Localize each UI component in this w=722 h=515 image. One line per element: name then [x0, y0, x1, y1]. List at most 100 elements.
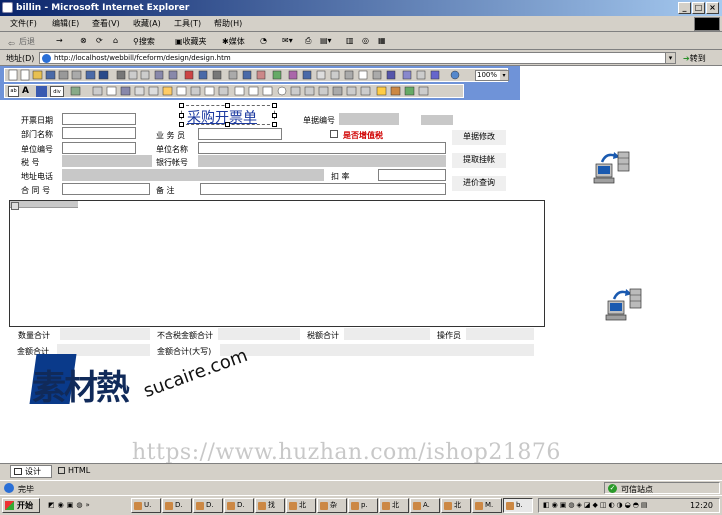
price-query-button[interactable]: 进价查询 — [452, 176, 506, 191]
taskbar-item[interactable]: U. — [131, 498, 161, 513]
favorites-button[interactable]: ▣收藏夹 — [175, 36, 207, 47]
address-phone-input[interactable] — [62, 169, 324, 181]
address-dropdown-icon[interactable]: ▾ — [665, 52, 676, 64]
mail-button[interactable]: ✉▾ — [282, 36, 293, 45]
back-button[interactable]: ⇦ 后退 — [8, 36, 35, 49]
taskbar-item[interactable]: 北 — [286, 498, 316, 513]
grid-corner-handle[interactable] — [11, 202, 19, 210]
stop-button[interactable]: ⊗ — [80, 36, 87, 45]
taskbar-item[interactable]: p. — [348, 498, 378, 513]
address-input[interactable]: http://localhost/webbill/fceform/design/… — [39, 52, 676, 64]
resize-handle[interactable] — [179, 113, 184, 118]
ie-icon — [2, 2, 13, 13]
resize-handle[interactable] — [272, 103, 277, 108]
minimize-button[interactable]: _ — [678, 2, 691, 14]
go-button[interactable]: ➔转到 — [683, 53, 706, 64]
designer-toolbar-row2: ab A div — [4, 84, 464, 98]
resize-handle[interactable] — [225, 122, 230, 127]
zoom-select[interactable]: 100% ▾ — [475, 70, 509, 81]
tab-design[interactable]: 设计 — [10, 465, 52, 478]
resize-handle[interactable] — [179, 122, 184, 127]
withdraw-button[interactable]: 提取挂帐 — [452, 153, 506, 168]
taskbar-item[interactable]: 找 — [255, 498, 285, 513]
media-icon: ✱ — [222, 37, 229, 46]
taskbar-item[interactable]: D. — [224, 498, 254, 513]
menu-favorites[interactable]: 收藏(A) — [133, 18, 161, 29]
div-tool-icon[interactable]: div — [50, 86, 64, 97]
html-tab-icon — [58, 467, 65, 474]
unit-name-input[interactable] — [198, 142, 446, 154]
edit-button[interactable]: ▤▾ — [320, 36, 332, 45]
taskbar-item[interactable]: 北 — [379, 498, 409, 513]
taskbar-item[interactable]: 杂 — [317, 498, 347, 513]
operator-field[interactable] — [466, 328, 534, 340]
resize-handle[interactable] — [225, 103, 230, 108]
contract-no-input[interactable] — [62, 183, 150, 195]
detail-grid[interactable] — [9, 200, 545, 327]
resize-handle[interactable] — [272, 122, 277, 127]
taskbar-item[interactable]: D. — [193, 498, 223, 513]
resize-handle[interactable] — [272, 113, 277, 118]
taskbar-item-active[interactable]: b. — [503, 498, 533, 513]
dept-label: 部门名称 — [21, 130, 53, 139]
status-bar: 完毕 ✓ 可信站点 — [0, 480, 722, 495]
menu-tools[interactable]: 工具(T) — [174, 18, 201, 29]
tray-icons[interactable]: ◧◉▣◍◈◪◆◫◐◑◒◓▤ — [543, 501, 649, 509]
media-button[interactable]: ✱媒体 — [222, 36, 245, 47]
designer-toolbar: 100% ▾ ab A div — [0, 66, 520, 100]
salesperson-input[interactable] — [198, 128, 282, 140]
modify-button[interactable]: 单据修改 — [452, 130, 506, 145]
textbox-tool-icon[interactable]: ab — [8, 86, 19, 97]
amount-upper-field[interactable] — [220, 344, 534, 356]
computer-server-icon — [593, 151, 630, 184]
vat-checkbox[interactable] — [330, 130, 338, 138]
menu-help[interactable]: 帮助(H) — [214, 18, 242, 29]
system-tray: ◧◉▣◍◈◪◆◫◐◑◒◓▤ 12:20 — [538, 498, 720, 513]
vat-label: 是否增值税 — [343, 131, 383, 140]
quick-launch-icons[interactable]: ◩◉▣◍» — [48, 501, 118, 511]
dept-input[interactable] — [62, 127, 136, 139]
taskbar-item[interactable]: M. — [472, 498, 502, 513]
back-label: 后退 — [19, 37, 35, 46]
doc-no-extra-field[interactable] — [421, 115, 453, 125]
image-tool-icon[interactable] — [36, 86, 47, 97]
unit-code-input[interactable] — [62, 142, 136, 154]
taskbar-item[interactable]: A. — [410, 498, 440, 513]
form-title-selection[interactable]: 采购开票单 — [179, 103, 277, 127]
refresh-button[interactable]: ⟳ — [96, 36, 103, 45]
start-button[interactable]: 开始 — [2, 498, 40, 513]
label-tool-icon[interactable]: A — [22, 86, 33, 97]
menu-edit[interactable]: 编辑(E) — [52, 18, 79, 29]
tab-html[interactable]: HTML — [58, 466, 90, 475]
taskbar-item[interactable]: 北 — [441, 498, 471, 513]
trusted-check-icon: ✓ — [608, 484, 617, 493]
page-done-icon — [4, 483, 14, 493]
remark-input[interactable] — [200, 183, 446, 195]
stop-icon: ⊗ — [80, 36, 87, 45]
designer-tool-icons-row1[interactable] — [7, 69, 477, 81]
resize-handle[interactable] — [179, 103, 184, 108]
taskbar-item[interactable]: D. — [162, 498, 192, 513]
menu-view[interactable]: 查看(V) — [92, 18, 120, 29]
messenger-button[interactable]: ◎ — [362, 36, 369, 45]
qty-total-field[interactable] — [60, 328, 150, 340]
designer-tool-icons-row2[interactable] — [69, 85, 449, 97]
home-button[interactable]: ⌂ — [113, 36, 118, 45]
tax-no-input[interactable] — [62, 155, 152, 167]
discuss-button[interactable]: ▥ — [346, 36, 354, 45]
close-button[interactable]: × — [706, 2, 719, 14]
print-button[interactable]: ⎙ — [305, 36, 311, 46]
discount-input[interactable] — [378, 169, 446, 181]
bank-account-label: 银行帐号 — [156, 158, 188, 167]
amount-excl-tax-field[interactable] — [218, 328, 300, 340]
maximize-button[interactable]: □ — [692, 2, 705, 14]
menu-file[interactable]: 文件(F) — [10, 18, 37, 29]
doc-no-input[interactable] — [339, 113, 399, 125]
forward-button[interactable]: → — [56, 36, 63, 45]
research-button[interactable]: ▦ — [378, 36, 386, 45]
history-button[interactable]: ◔ — [260, 36, 267, 45]
tax-total-field[interactable] — [344, 328, 430, 340]
invoice-date-input[interactable] — [62, 113, 136, 125]
search-button[interactable]: ⚲搜索 — [133, 36, 155, 47]
bank-account-input[interactable] — [198, 155, 446, 167]
